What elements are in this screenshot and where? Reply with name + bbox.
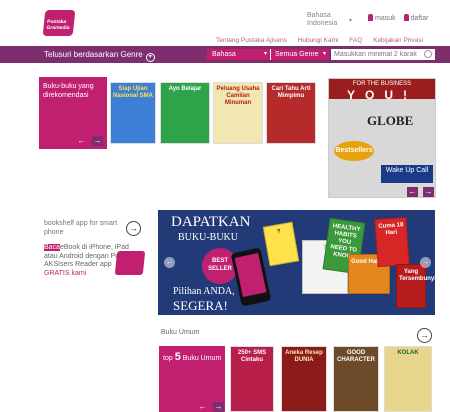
link-contact[interactable]: Hubungi Kami [298, 37, 339, 44]
featured-wake: Wake Up Call [381, 165, 433, 183]
book-cover[interactable]: 250+ SMS Cintaku [230, 346, 274, 412]
language-select-value: Bahasa [212, 51, 236, 58]
book-cover[interactable]: Aneka Resep DUNIA [281, 346, 327, 412]
genre-select[interactable]: Semua Genre ▾ [270, 49, 329, 60]
banner-book: Cuma 18 Hari [374, 216, 410, 268]
link-privacy[interactable]: Kebijakan Privasi [373, 37, 423, 44]
banner-next-icon[interactable]: → [420, 257, 431, 268]
user-icon [368, 14, 373, 21]
top5-number: 5 [174, 351, 181, 363]
top-links: Tentang Pustaka Ajisens Hubungi Kami FAQ… [216, 37, 432, 44]
book-title: Peluang Usaha Camilan Minuman [216, 86, 260, 106]
chevron-down-icon: ▾ [145, 53, 155, 62]
book-cover[interactable]: Peluang Usaha Camilan Minuman [213, 82, 263, 144]
app-logo-icon [114, 251, 146, 275]
arrow-left-icon[interactable]: ← [197, 402, 208, 412]
phone-image [230, 247, 272, 307]
genre-browse-label: Telusuri berdasarkan Genre [44, 50, 143, 59]
banner-book: ? [262, 221, 300, 267]
arrow-right-icon[interactable]: → [423, 187, 434, 197]
app-promo-title: bookshelf app for smart phone [44, 220, 118, 236]
top5-suffix: Buku Umum [182, 355, 222, 362]
language-select[interactable]: Bahasa ▾ [207, 49, 270, 60]
carousel-dots[interactable] [288, 307, 303, 315]
book-cover[interactable]: Siap Ujian Nasional SMA [110, 82, 156, 144]
book-title: Cari Tahu Arti Mimpimu [271, 86, 311, 99]
language-label-1: Bahasa [307, 12, 331, 19]
banner-book: Yang Tersembunyi [396, 264, 435, 308]
chevron-down-icon: ▾ [349, 18, 353, 24]
book-title: GOOD CHARACTER [337, 350, 375, 363]
link-about[interactable]: Tentang Pustaka Ajisens [216, 37, 287, 44]
search-input[interactable] [331, 49, 435, 60]
auth-links: masuk daftar [368, 14, 428, 22]
register-link[interactable]: daftar [411, 15, 429, 22]
banner-line-3: Pilihan ANDA, [173, 286, 235, 297]
banner-line-4: SEGERA! [173, 298, 228, 313]
banner-line-2: BUKU-BUKU [178, 232, 238, 243]
language-label-2: Indonesia [307, 20, 338, 27]
featured-book[interactable]: FOR THE BUSINESS YOU! GLOBE Bestsellers … [328, 78, 436, 198]
app-promo-link[interactable]: GRATIS kami [44, 270, 86, 277]
arrow-right-icon[interactable]: → [92, 136, 103, 146]
book-title: 250+ SMS Cintaku [237, 350, 267, 363]
circle-arrow-icon[interactable]: → [126, 221, 141, 236]
chevron-down-icon: ▾ [263, 51, 267, 57]
book-title: Siap Ujian Nasional SMA [113, 86, 154, 99]
featured-globe: GLOBE [367, 113, 414, 128]
top5-panel: top 5 Buku Umum ← → [159, 346, 225, 412]
genre-browse[interactable]: Telusuri berdasarkan Genre ▾ [44, 50, 155, 62]
top5-prefix: top [163, 355, 173, 362]
banner-book-title: Cuma 18 Hari [378, 222, 404, 237]
featured-you: YOU! [347, 88, 417, 102]
banner-line-1: DAPATKAN [171, 214, 251, 230]
user-add-icon [403, 14, 409, 21]
section-label: Buku Umum [161, 329, 200, 336]
search-icon[interactable] [424, 50, 432, 58]
top5-text: top 5 Buku Umum [163, 352, 221, 364]
genre-bar: Telusuri berdasarkan Genre ▾ Bahasa ▾ Sem… [0, 46, 450, 63]
logo-text: Pustaka Gramedia [46, 19, 70, 31]
language-selector[interactable]: Bahasa Indonesia ▾ [307, 12, 352, 28]
recommended-panel: Buku-buku yang direkomendasi ← → [39, 77, 107, 149]
login-link[interactable]: masuk [375, 15, 396, 22]
book-cover[interactable]: GOOD CHARACTER [333, 346, 379, 412]
banner-book-title: Yang Tersembunyi [399, 269, 435, 282]
promo-banner[interactable]: DAPATKAN BUKU-BUKU BEST SELLER Pilihan A… [158, 210, 435, 315]
arrow-right-icon[interactable]: → [213, 402, 224, 412]
site-logo[interactable]: Pustaka Gramedia [42, 10, 76, 36]
featured-badge: Bestsellers [334, 141, 374, 161]
book-cover[interactable]: KOLAK [384, 346, 432, 412]
book-title: Aneka Resep DUNIA [285, 350, 323, 363]
banner-prev-icon[interactable]: ← [164, 257, 175, 268]
book-title: Ayo Belajar [168, 86, 202, 92]
book-cover[interactable]: Cari Tahu Arti Mimpimu [266, 82, 316, 144]
arrow-left-icon[interactable]: ← [407, 187, 418, 197]
arrow-left-icon[interactable]: ← [76, 136, 87, 146]
link-faq[interactable]: FAQ [349, 37, 362, 44]
book-title: KOLAK [397, 350, 419, 356]
chevron-down-icon: ▾ [322, 51, 326, 57]
recommended-title: Buku-buku yang direkomendasi [43, 83, 94, 99]
book-cover[interactable]: Ayo Belajar [160, 82, 210, 144]
circle-arrow-icon[interactable]: → [417, 328, 432, 343]
genre-select-value: Semua Genre [275, 51, 319, 58]
app-promo-highlight: Baca [44, 244, 60, 251]
